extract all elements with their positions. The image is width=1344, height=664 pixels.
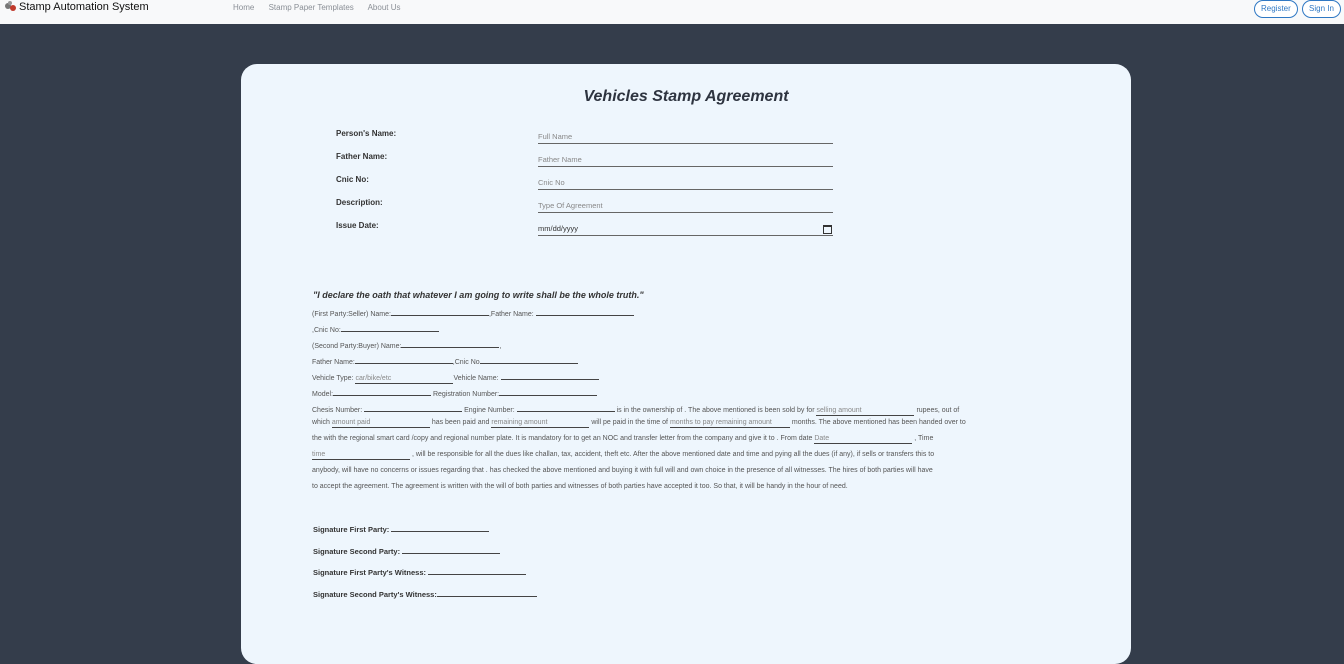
navbar: Stamp Automation System Home Stamp Paper… (0, 0, 1344, 24)
brand[interactable]: Stamp Automation System (5, 1, 149, 13)
first-party-name-label: (First Party:Seller) Name: (312, 311, 391, 318)
calendar-icon[interactable] (823, 225, 832, 234)
first-party-cnic-label: ,Cnic No: (312, 327, 341, 334)
model-input[interactable] (333, 387, 432, 396)
vehicle-type-label: Vehicle Type: (312, 375, 354, 382)
description-input[interactable]: Type Of Agreement (538, 200, 833, 213)
amount-paid-input[interactable]: amount paid (331, 419, 430, 428)
model-label: Model: (312, 391, 334, 398)
signature-first-party-input[interactable] (391, 523, 490, 532)
second-party-cnic-input[interactable] (479, 355, 578, 364)
vehicle-name-label: Vehicle Name: (453, 375, 499, 382)
agreement-card: Vehicles Stamp Agreement Person's Name: … (241, 64, 1131, 664)
page-title: Vehicles Stamp Agreement (583, 88, 789, 105)
father-name-label: Father Name: (336, 152, 388, 161)
agreement-line-6: Model: Registration Number: (312, 387, 598, 398)
description-label: Description: (336, 198, 383, 207)
paid-text: has been paid and (431, 419, 490, 426)
nav-stamp-paper-templates[interactable]: Stamp Paper Templates (269, 3, 354, 12)
registration-number-label: Registration Number: (432, 391, 500, 398)
person-name-input[interactable]: Full Name (538, 131, 833, 144)
register-button[interactable]: Register (1254, 0, 1298, 18)
agreement-line-5: Vehicle Type: car/bike/etc Vehicle Name: (312, 371, 599, 384)
agreement-line-4: Father Name: ,Cnic No (312, 355, 578, 366)
signature-second-party-input[interactable] (402, 545, 501, 554)
signature-second-witness-label: Signature Second Party's Witness: (313, 590, 437, 599)
oath-text: "I declare the oath that whatever I am g… (313, 290, 644, 300)
cnic-label: Cnic No: (336, 175, 369, 184)
chesis-number-label: Chesis Number: (312, 407, 363, 414)
signature-second-party-label: Signature Second Party: (313, 547, 401, 556)
agreement-line-9: the with the regional smart card /copy a… (312, 435, 933, 444)
signature-first-witness-label: Signature First Party's Witness: (313, 568, 426, 577)
signature-first-party: Signature First Party: (313, 523, 490, 534)
agreement-line-1: (First Party:Seller) Name: ,Father Name: (312, 307, 634, 318)
noc-text: the with the regional smart card /copy a… (312, 435, 813, 442)
agreement-line-2: ,Cnic No: (312, 323, 439, 334)
agreement-line-10: time , will be responsible for all the d… (312, 451, 934, 460)
agreement-line-12: to accept the agreement. The agreement i… (312, 483, 848, 490)
first-party-father-label: ,Father Name: (488, 311, 534, 318)
time-label: , Time (914, 435, 934, 442)
signature-first-witness-input[interactable] (428, 566, 527, 575)
form-row-person-name: Person's Name: Full Name (336, 129, 936, 144)
first-party-cnic-input[interactable] (340, 323, 439, 332)
signature-first-party-label: Signature First Party: (313, 525, 390, 534)
vehicle-type-input[interactable]: car/bike/etc (355, 375, 454, 384)
father-name-input[interactable]: Father Name (538, 154, 833, 167)
stamp-logo-icon (5, 1, 17, 13)
signature-second-witness: Signature Second Party's Witness: (313, 588, 537, 599)
second-party-father-input[interactable] (354, 355, 453, 364)
form-row-description: Description: Type Of Agreement (336, 198, 936, 213)
agreement-line-3: (Second Party:Buyer) Name:, (312, 339, 501, 350)
second-party-name-label: (Second Party:Buyer) Name: (312, 343, 402, 350)
ownership-text: is in the ownership of . The above menti… (616, 407, 815, 414)
form-row-cnic: Cnic No: Cnic No (336, 175, 936, 190)
engine-number-label: Engine Number: (464, 407, 515, 414)
second-party-father-label: Father Name: (312, 359, 355, 366)
nav-about-us[interactable]: About Us (368, 3, 401, 12)
person-name-label: Person's Name: (336, 129, 397, 138)
agreement-line-7: Chesis Number: Engine Number: is in the … (312, 403, 959, 416)
rupees-text: rupees, out of (916, 407, 960, 414)
engine-number-input[interactable] (516, 403, 615, 412)
chesis-number-input[interactable] (364, 403, 463, 412)
time-input[interactable]: time (312, 451, 410, 460)
signin-button[interactable]: Sign In (1302, 0, 1341, 18)
nav-home[interactable]: Home (233, 3, 254, 12)
signature-second-witness-input[interactable] (436, 588, 537, 597)
signature-first-witness: Signature First Party's Witness: (313, 566, 527, 577)
second-party-name-input[interactable] (401, 339, 500, 348)
issue-date-placeholder: mm/dd/yyyy (538, 224, 579, 233)
form-row-father-name: Father Name: Father Name (336, 152, 936, 167)
which-text: which (312, 419, 330, 426)
time-of-text: will pe paid in the time of (591, 419, 668, 426)
issue-date-label: Issue Date: (336, 221, 379, 230)
date-input[interactable]: Date (814, 435, 913, 444)
second-party-cnic-label: ,Cnic No (452, 359, 480, 366)
brand-name: Stamp Automation System (19, 1, 149, 13)
vehicle-name-input[interactable] (500, 371, 599, 380)
agreement-line-11: anybody, will have no concerns or issues… (312, 467, 933, 474)
handed-over-text: months. The above mentioned has been han… (791, 419, 966, 426)
first-party-father-input[interactable] (535, 307, 634, 316)
registration-number-input[interactable] (499, 387, 598, 396)
issue-date-input[interactable]: mm/dd/yyyy (538, 223, 833, 236)
months-input[interactable]: months to pay remaining amount (669, 419, 790, 428)
selling-amount-input[interactable]: selling amount (816, 407, 915, 416)
comma: , (499, 343, 502, 350)
remaining-amount-input[interactable]: remaining amount (491, 419, 590, 428)
signature-second-party: Signature Second Party: (313, 545, 501, 556)
agreement-line-8: which amount paid has been paid and rema… (312, 419, 966, 428)
form-row-issue-date: Issue Date: mm/dd/yyyy (336, 221, 936, 236)
responsibility-text: , will be responsible for all the dues l… (411, 451, 935, 458)
first-party-name-input[interactable] (390, 307, 489, 316)
cnic-input[interactable]: Cnic No (538, 177, 833, 190)
